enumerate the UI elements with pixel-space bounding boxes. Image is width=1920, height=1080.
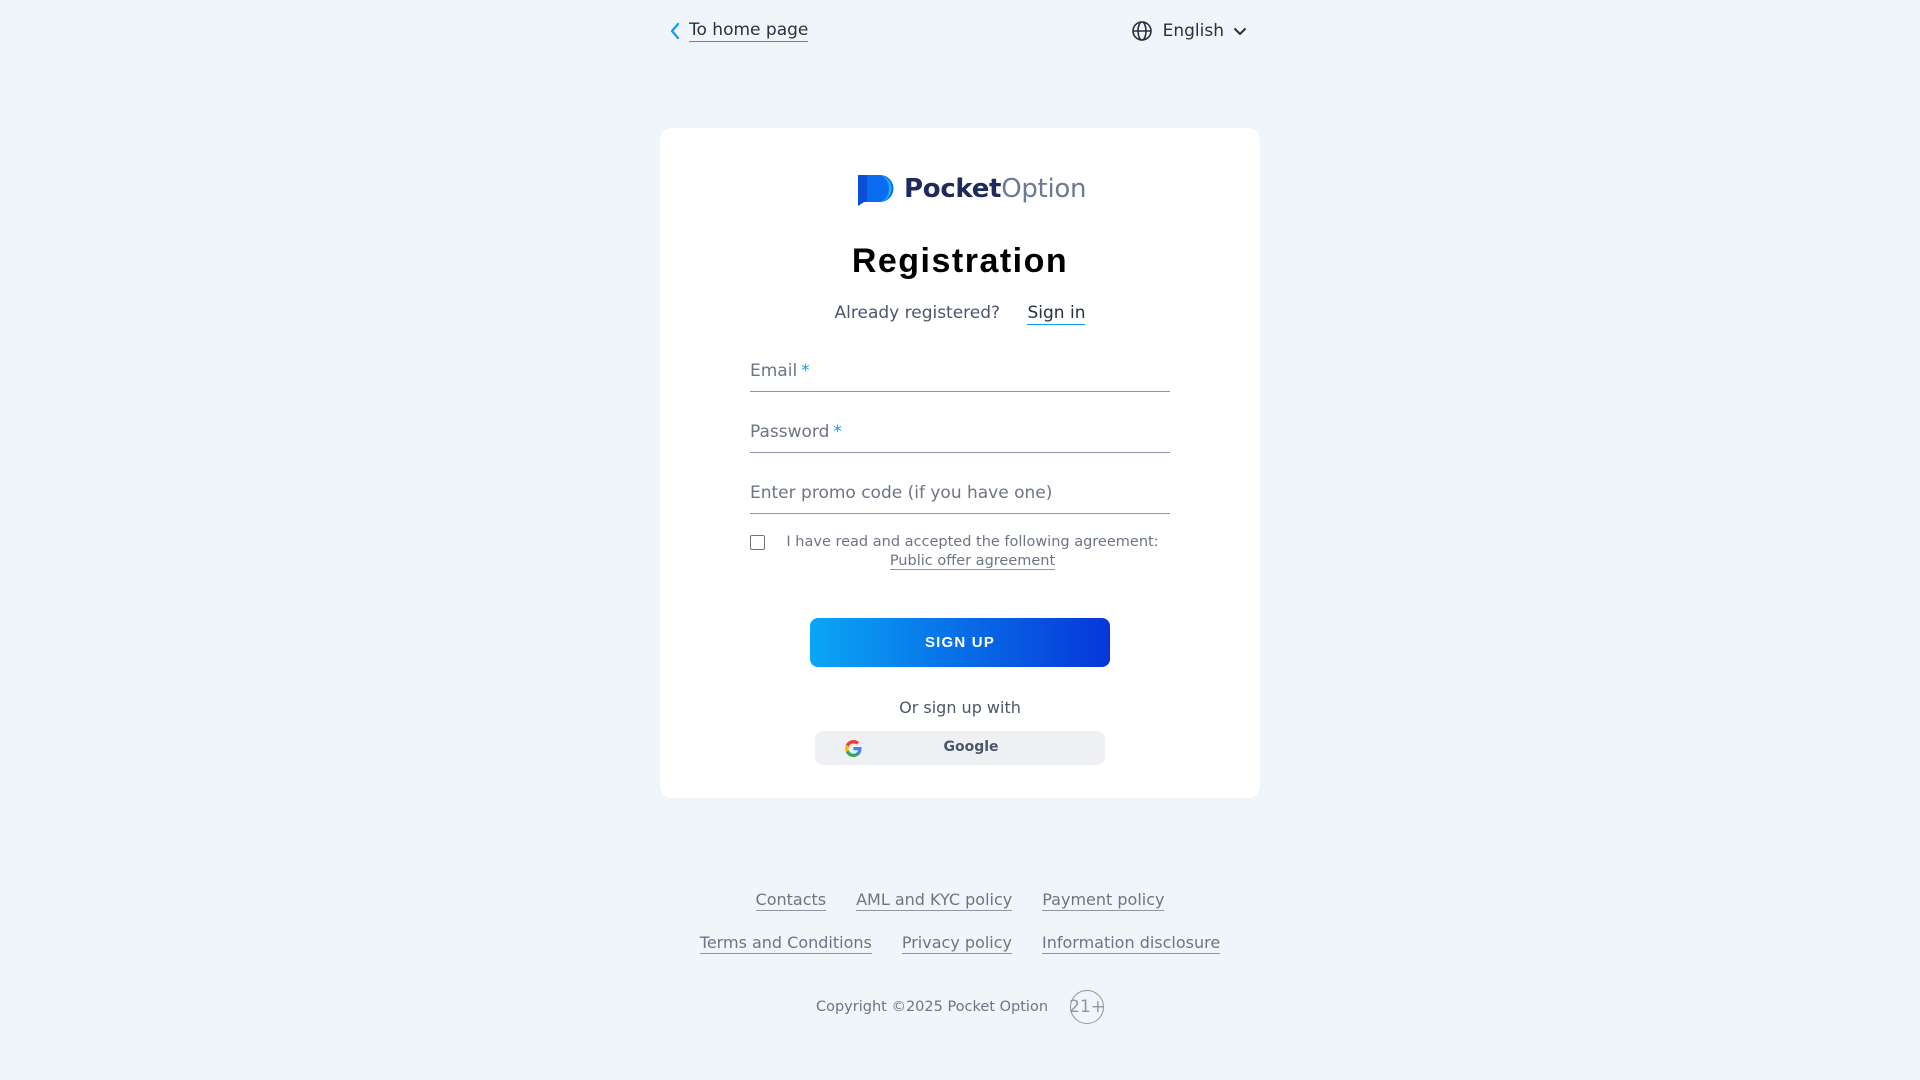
language-label: English [1162,21,1224,41]
home-link-label: To home page [689,20,809,42]
or-sign-up-with-text: Or sign up with [899,698,1021,717]
copyright-text: Copyright ©2025 Pocket Option [815,999,1049,1015]
logo-word-pocket: Pocket [904,174,1002,204]
page-title: Registration [851,242,1069,280]
password-input[interactable] [750,414,1174,454]
copyright-row: Copyright ©2025 Pocket Option 21+ [0,990,1920,1024]
sign-up-button[interactable]: SIGN UP [810,618,1110,667]
agreement-label: I have read and accepted the following a… [786,534,1159,550]
agreement-text: I have read and accepted the following a… [777,533,1168,571]
footer-links-row-1: Contacts AML and KYC policy Payment poli… [0,890,1920,911]
password-field[interactable]: Password * [750,414,1174,454]
footer-links-row-2: Terms and Conditions Privacy policy Info… [0,933,1920,954]
email-field[interactable]: Email * [750,353,1174,393]
pocket-option-logo-mark [858,175,894,206]
registration-card: Pocket Option Registration Already regis… [660,128,1260,798]
globe-icon [1131,21,1152,41]
email-input[interactable] [750,353,1174,393]
google-button-label: Google [943,739,999,755]
footer-link-information-disclosure[interactable]: Information disclosure [1041,933,1221,954]
chevron-left-icon [670,22,680,40]
agreement-checkbox[interactable] [750,535,765,550]
language-selector[interactable]: English [1131,20,1248,42]
footer-link-terms[interactable]: Terms and Conditions [699,933,872,954]
google-sign-up-button[interactable]: Google [815,731,1105,765]
footer-link-payment-policy[interactable]: Payment policy [1042,890,1165,911]
promo-code-input[interactable] [750,475,1174,515]
sign-in-link[interactable]: Sign in [1027,303,1086,325]
pocket-option-logo[interactable]: Pocket Option [858,172,1086,206]
footer-link-privacy[interactable]: Privacy policy [901,933,1012,954]
top-bar: To home page English [660,0,1260,66]
age-restriction-badge: 21+ [1069,990,1105,1024]
already-registered-text: Already registered? [834,303,1001,323]
public-offer-agreement-link[interactable]: Public offer agreement [889,553,1056,570]
chevron-down-icon [1234,28,1246,35]
promo-code-field[interactable]: Enter promo code (if you have one) [750,475,1174,515]
to-home-page-link[interactable]: To home page [667,20,809,42]
already-registered-row: Already registered? Sign in [660,303,1260,325]
footer-link-contacts[interactable]: Contacts [755,890,827,911]
logo-word-option: Option [1001,174,1087,204]
footer-link-aml-kyc[interactable]: AML and KYC policy [856,890,1013,911]
